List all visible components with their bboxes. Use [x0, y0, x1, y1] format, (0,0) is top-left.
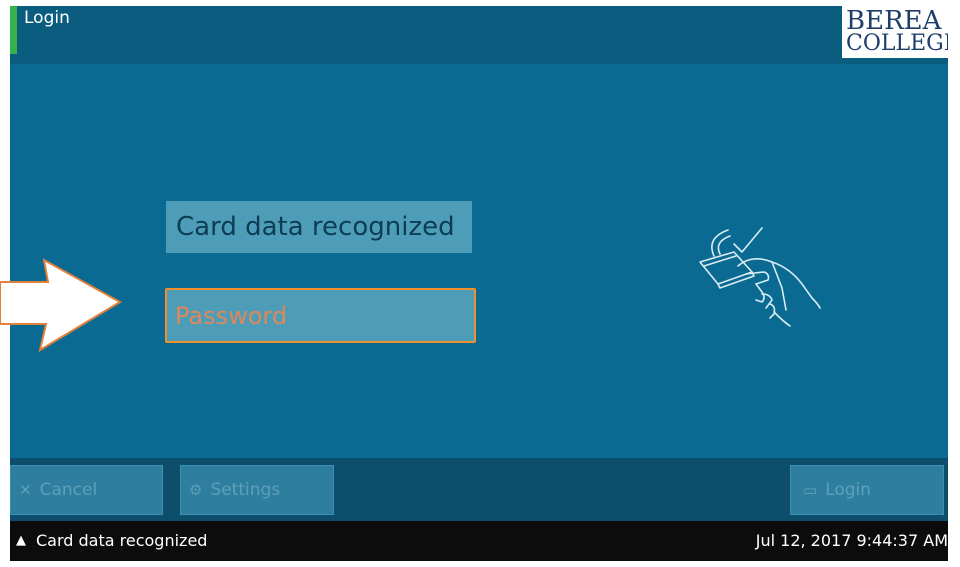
password-input[interactable]: [165, 288, 476, 343]
title-bar: Login BEREA COLLEGE: [10, 6, 948, 64]
settings-button[interactable]: ⚙ Settings: [180, 465, 334, 515]
login-icon: ▭: [803, 481, 818, 499]
gear-icon: ⚙: [189, 481, 203, 499]
login-screen: Login BEREA COLLEGE Card data recognized…: [10, 6, 948, 561]
status-message: Card data recognized: [36, 531, 208, 550]
close-icon: ✕: [19, 481, 32, 499]
window-title: Login: [24, 8, 70, 28]
status-bar: ▲ Card data recognized Jul 12, 2017 9:44…: [10, 521, 948, 561]
login-button[interactable]: ▭ Login: [790, 465, 944, 515]
cancel-button-label: Cancel: [39, 480, 98, 500]
card-status-field: Card data recognized: [166, 201, 472, 253]
cancel-button[interactable]: ✕ Cancel: [10, 465, 163, 515]
status-datetime: Jul 12, 2017 9:44:37 AM: [755, 531, 948, 550]
login-button-label: Login: [825, 480, 872, 500]
settings-button-label: Settings: [210, 480, 281, 500]
berea-college-logo: BEREA COLLEGE: [842, 6, 948, 58]
logo-line-2: COLLEGE: [846, 31, 948, 56]
card-swipe-icon: [699, 227, 821, 327]
warning-triangle-icon: ▲: [16, 533, 26, 548]
title-accent-bar: [10, 6, 17, 54]
button-bar: ✕ Cancel ⚙ Settings ▭ Login: [10, 458, 948, 521]
arrow-pointer-icon: [0, 258, 123, 353]
